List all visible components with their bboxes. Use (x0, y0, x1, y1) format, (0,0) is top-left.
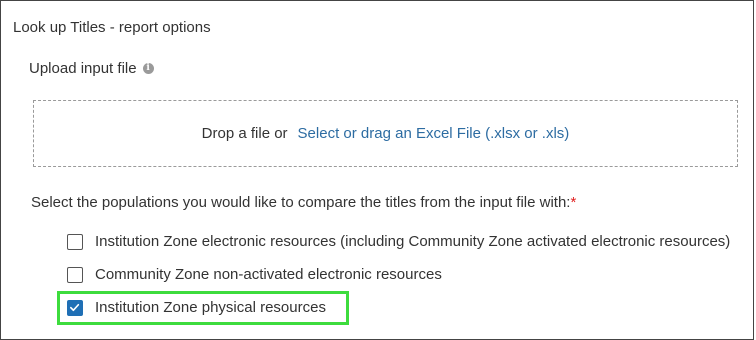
option-iz-physical[interactable]: Institution Zone physical resources (67, 299, 326, 316)
info-icon[interactable]: i (142, 63, 154, 74)
file-dropzone[interactable]: Drop a file or Select or drag an Excel F… (33, 100, 738, 167)
option-cz-non-activated-label: Community Zone non-activated electronic … (95, 266, 442, 283)
populations-label: Select the populations you would like to… (31, 194, 576, 211)
option-cz-non-activated[interactable]: Community Zone non-activated electronic … (67, 266, 442, 283)
checkbox-cz-non-activated[interactable] (67, 266, 83, 283)
dropzone-prefix-text: Drop a file or (201, 125, 288, 142)
option-iz-physical-label: Institution Zone physical resources (95, 299, 326, 316)
option-iz-electronic[interactable]: Institution Zone electronic resources (i… (67, 233, 730, 250)
populations-label-text: Select the populations you would like to… (31, 194, 571, 211)
upload-input-file-label: Upload input file i (29, 60, 154, 77)
select-file-link[interactable]: Select or drag an Excel File (.xlsx or .… (298, 125, 570, 142)
checkbox-iz-physical[interactable] (67, 299, 83, 316)
upload-label-text: Upload input file (29, 60, 137, 77)
checkmark-icon (70, 303, 80, 311)
checkbox-iz-electronic[interactable] (67, 233, 83, 250)
option-iz-electronic-label: Institution Zone electronic resources (i… (95, 233, 731, 250)
required-marker: * (570, 194, 577, 211)
panel-title: Look up Titles - report options (13, 19, 211, 36)
report-options-panel: Look up Titles - report options Upload i… (0, 0, 754, 340)
